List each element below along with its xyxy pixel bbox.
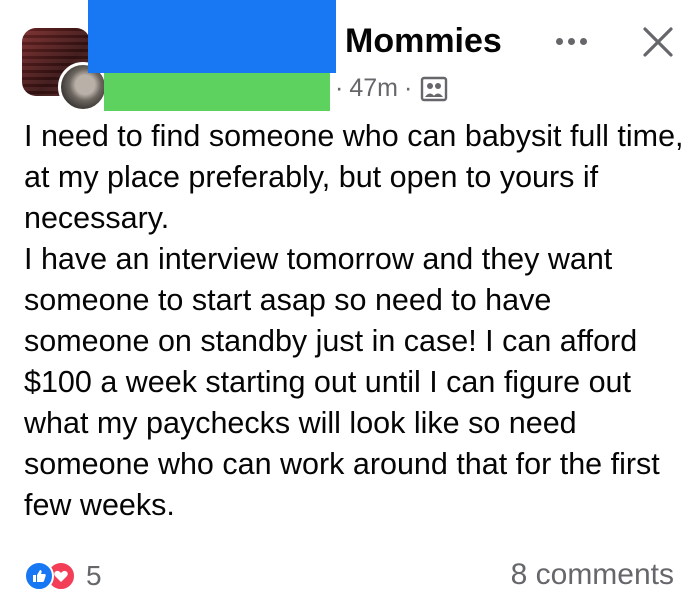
post-paragraph: I need to find someone who can babysit f… [24, 119, 684, 235]
more-options-icon[interactable] [556, 34, 600, 48]
post-body: I need to find someone who can babysit f… [24, 116, 684, 526]
reactions-summary[interactable]: 5 [24, 560, 102, 592]
redacted-author-detail [104, 73, 330, 111]
like-icon [24, 561, 54, 591]
reaction-count: 5 [86, 560, 102, 591]
meta-dot: · [335, 74, 344, 102]
post-paragraph: I have an interview tomorrow and they wa… [24, 242, 660, 522]
group-audience-icon[interactable] [420, 76, 448, 102]
post-meta: · 47m · [335, 74, 448, 103]
close-icon[interactable] [640, 24, 676, 60]
timestamp-link[interactable]: 47m [349, 74, 398, 103]
group-name-link[interactable]: Mommies [345, 22, 502, 61]
facebook-post: Mommies · 47m · I need to find someone w… [0, 0, 700, 608]
comments-link[interactable]: 8 comments [511, 558, 674, 592]
redacted-author-name [88, 0, 336, 73]
meta-separator: · [403, 74, 413, 102]
